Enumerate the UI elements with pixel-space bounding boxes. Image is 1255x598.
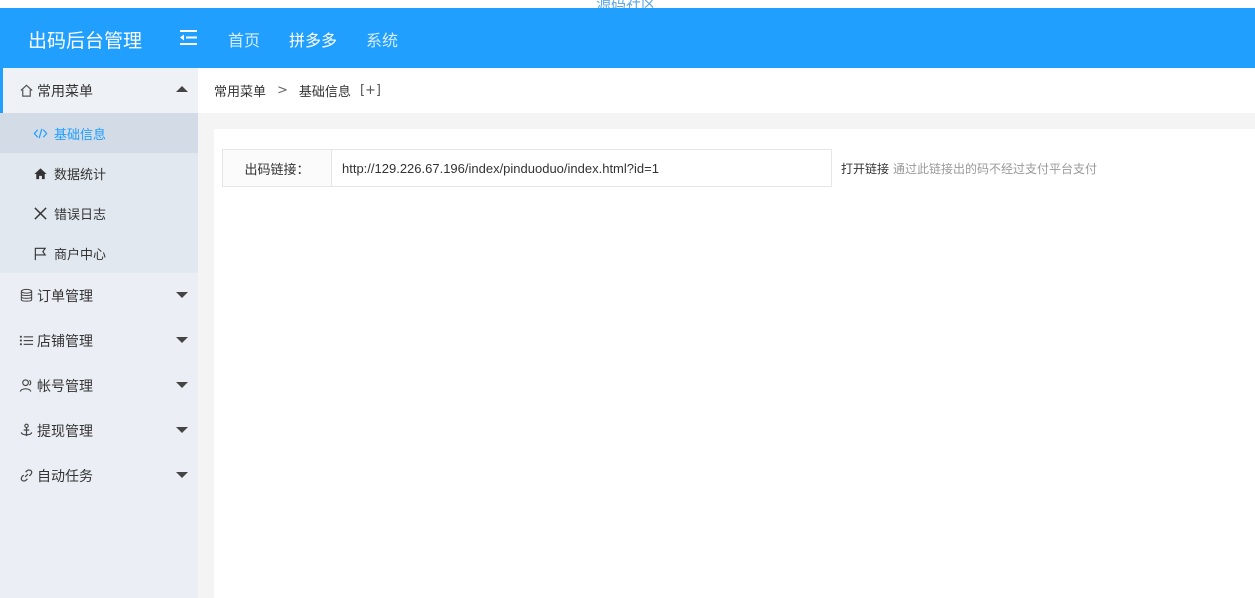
house-filled-icon (34, 167, 47, 179)
sidebar-item-label: 数据统计 (54, 167, 107, 183)
sidebar-item-merchant[interactable]: 商户中心 (0, 233, 198, 273)
sidebar-group-orders[interactable]: 订单管理 (0, 273, 198, 318)
caret-down-icon (176, 472, 188, 478)
caret-down-icon (176, 292, 188, 298)
open-link[interactable]: 打开链接 (841, 160, 889, 177)
collapse-menu-icon[interactable] (180, 30, 197, 45)
sidebar-item-statistics[interactable]: 数据统计 (0, 153, 198, 193)
sidebar-group-withdraw[interactable]: 提现管理 (0, 408, 198, 453)
sidebar-item-error-log[interactable]: 错误日志 (0, 193, 198, 233)
sidebar-group-shops[interactable]: 店铺管理 (0, 318, 198, 363)
watermark-text: 源码社区 (596, 0, 656, 8)
list-icon (19, 335, 34, 346)
content-panel: 出码链接： 打开链接 通过此链接出的码不经过支付平台支付 (214, 129, 1255, 598)
sidebar-item-label: 基础信息 (54, 127, 107, 143)
sidebar-group-label: 常用菜单 (37, 83, 93, 100)
home-icon (20, 84, 33, 97)
nav-pinduoduo[interactable]: 拼多多 (289, 27, 337, 51)
user-icon (19, 379, 32, 392)
sidebar-item-basic-info[interactable]: 基础信息 (0, 113, 198, 153)
breadcrumb-parent[interactable]: 常用菜单 (214, 81, 266, 100)
top-navbar: 出码后台管理 首页 拼多多 系统 (0, 8, 1255, 68)
link-icon (20, 469, 33, 482)
database-icon (20, 288, 33, 302)
breadcrumb-separator: > (277, 83, 288, 98)
sidebar-item-label: 商户中心 (54, 247, 107, 263)
sidebar-group-label: 订单管理 (37, 288, 93, 305)
close-icon (34, 206, 47, 220)
link-hint: 通过此链接出的码不经过支付平台支付 (893, 162, 1098, 176)
sidebar: 常用菜单 基础信息 数据统计 错误日志 商户中心 订单管理 店铺管理 帐号管理 (0, 68, 198, 598)
anchor-icon (20, 423, 33, 437)
breadcrumb-current: 基础信息 (298, 85, 351, 100)
caret-down-icon (176, 382, 188, 388)
sidebar-group-label: 提现管理 (37, 423, 93, 440)
caret-down-icon (176, 337, 188, 343)
link-field-label: 出码链接： (222, 149, 332, 187)
watermark: 源码社区 (0, 0, 1255, 8)
breadcrumb-toggle[interactable]: [+] (360, 83, 381, 98)
sidebar-item-label: 错误日志 (54, 207, 107, 223)
app-title: 出码后台管理 (28, 30, 143, 52)
sidebar-group-label: 店铺管理 (37, 333, 93, 350)
code-icon (33, 128, 48, 138)
sidebar-group-common[interactable]: 常用菜单 (0, 68, 198, 113)
breadcrumb: 常用菜单 > 基础信息 [+] (198, 68, 1255, 113)
sidebar-group-label: 帐号管理 (37, 378, 93, 395)
sidebar-group-accounts[interactable]: 帐号管理 (0, 363, 198, 408)
nav-system[interactable]: 系统 (366, 27, 398, 51)
link-field: 出码链接： (222, 149, 832, 187)
flag-icon (34, 247, 47, 260)
sidebar-group-tasks[interactable]: 自动任务 (0, 453, 198, 498)
submenu-common: 基础信息 数据统计 错误日志 商户中心 (0, 113, 198, 273)
nav-home[interactable]: 首页 (228, 27, 260, 51)
top-nav: 首页 拼多多 系统 (228, 27, 427, 51)
caret-up-icon (176, 86, 188, 92)
link-input[interactable] (332, 149, 832, 187)
caret-down-icon (176, 427, 188, 433)
main-content: 常用菜单 > 基础信息 [+] 出码链接： 打开链接 通过此链接出的码不经过支付… (198, 68, 1255, 598)
sidebar-group-label: 自动任务 (37, 468, 93, 485)
